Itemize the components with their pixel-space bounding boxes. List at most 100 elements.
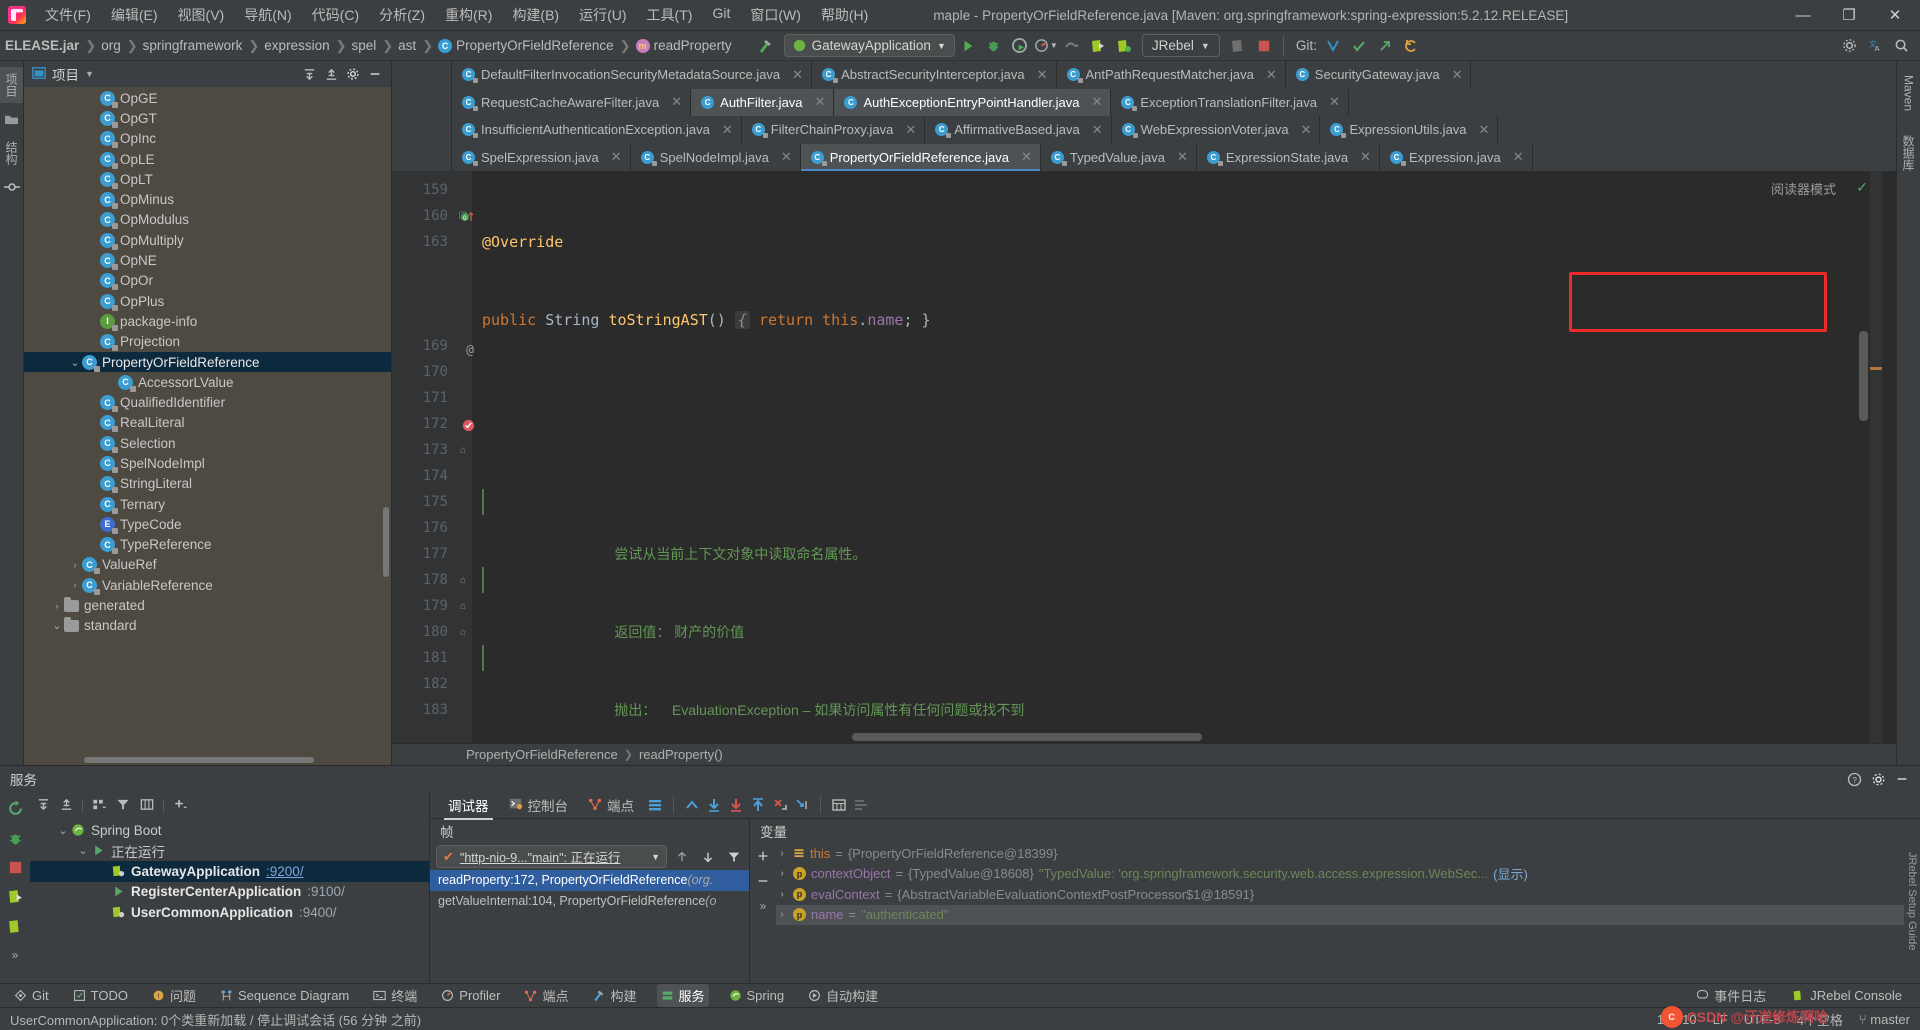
services-collapse-all-icon[interactable] xyxy=(59,797,74,815)
expand-all-icon[interactable] xyxy=(299,64,319,84)
run-with-coverage-button[interactable] xyxy=(1007,34,1033,58)
translate-icon[interactable]: 文A xyxy=(1862,34,1888,58)
window-controls[interactable]: — ❐ ✕ xyxy=(1780,0,1920,30)
tree-item[interactable]: C OpGT xyxy=(24,108,391,128)
close-tab-icon[interactable]: ✕ xyxy=(792,67,803,83)
fold-column[interactable]: ☐ ⌂ ⌂ ⌂ ⌂ xyxy=(454,171,472,743)
strip-item-jrebel-console[interactable]: JRebel Console xyxy=(1788,986,1906,1005)
tree-item[interactable]: ⌄ standard xyxy=(24,616,391,636)
chevron-right-icon[interactable]: › xyxy=(776,848,788,859)
jrebel-setup-guide-label[interactable]: JRebel Setup Guide xyxy=(1906,852,1918,950)
tree-item[interactable]: › C ValueRef xyxy=(24,555,391,575)
menu-code[interactable]: 代码(C) xyxy=(302,1,369,29)
jrebel-run-icon[interactable] xyxy=(1085,34,1111,58)
services-tree[interactable]: ⌄ Spring Boot ⌄ 正在运行 GatewayApplication:9200… xyxy=(30,820,429,983)
profile-button[interactable]: ▼ xyxy=(1033,34,1059,58)
more-actions-icon[interactable]: » xyxy=(12,948,19,962)
stripe-mark-warning[interactable] xyxy=(1870,367,1882,370)
tree-item[interactable]: C OpPlus xyxy=(24,291,391,311)
project-settings-gear-icon[interactable] xyxy=(343,64,363,84)
project-tree-hscrollbar[interactable] xyxy=(84,757,314,763)
tab-endpoints[interactable]: 端点 xyxy=(578,791,644,819)
crumb-ast[interactable]: ast xyxy=(395,36,420,55)
editor-tab[interactable]: C TypedValue.java ✕ xyxy=(1040,143,1197,171)
tree-item[interactable]: C OpOr xyxy=(24,271,391,291)
git-history-icon[interactable] xyxy=(1398,34,1424,58)
thread-selector[interactable]: ✔ "http-nio-9..."main": 正在运行 ▼ xyxy=(436,845,667,868)
breadcrumb-class[interactable]: PropertyOrFieldReference xyxy=(466,747,618,762)
service-tree-item[interactable]: UserCommonApplication:9400/ xyxy=(30,902,429,923)
tree-expand-arrow-icon[interactable]: › xyxy=(50,601,64,611)
close-tab-icon[interactable]: ✕ xyxy=(781,149,792,165)
editor-tab[interactable]: C ExpressionState.java ✕ xyxy=(1196,143,1380,171)
tree-expand-arrow-icon[interactable]: ⌄ xyxy=(68,356,82,369)
inspection-ok-icon[interactable]: ✓ xyxy=(1856,179,1868,196)
strip-item-git[interactable]: Git xyxy=(10,986,53,1005)
editor-tab[interactable]: C PropertyOrFieldReference.java ✕ xyxy=(800,143,1041,171)
commit-icon[interactable] xyxy=(3,178,21,196)
menu-refactor[interactable]: 重构(R) xyxy=(435,1,502,29)
variable-row[interactable]: › this = {PropertyOrFieldReference@18399} xyxy=(776,843,1904,864)
tree-item[interactable]: › generated xyxy=(24,595,391,615)
show-execution-point-icon[interactable] xyxy=(681,794,703,816)
crumb-spel[interactable]: spel xyxy=(349,36,381,55)
strip-item-spring[interactable]: Spring xyxy=(725,986,789,1005)
step-into-icon[interactable] xyxy=(725,794,747,816)
tree-item[interactable]: C OpInc xyxy=(24,129,391,149)
collapse-all-icon[interactable] xyxy=(321,64,341,84)
service-port-link[interactable]: :9100/ xyxy=(307,884,345,899)
chevron-right-icon[interactable]: › xyxy=(776,909,788,920)
sidebar-item-project[interactable]: 项目 xyxy=(0,67,23,103)
debugger-tabs[interactable]: 调试器 控制台 端点 xyxy=(430,791,1920,820)
sidebar-item-database[interactable]: 数据库 xyxy=(1897,129,1920,177)
strip-item-sequence-diagram[interactable]: Sequence Diagram xyxy=(216,986,353,1005)
jrebel-deploy-icon[interactable] xyxy=(1225,34,1251,58)
editor-tab[interactable]: C AntPathRequestMatcher.java ✕ xyxy=(1056,61,1286,89)
tab-debugger[interactable]: 调试器 xyxy=(438,791,499,820)
tree-expand-arrow-icon[interactable]: ⌄ xyxy=(50,619,64,632)
stack-frame-item[interactable]: readProperty:172, PropertyOrFieldReferen… xyxy=(430,870,749,891)
jrebel-selector[interactable]: JRebel ▼ xyxy=(1141,34,1220,57)
git-branch[interactable]: ⑂ master xyxy=(1859,1012,1910,1027)
stack-frame-item[interactable]: getValueInternal:104, PropertyOrFieldRef… xyxy=(430,891,749,912)
maximize-button[interactable]: ❐ xyxy=(1826,0,1872,30)
fold-marker-icon[interactable]: ⌂ xyxy=(454,437,472,463)
tree-item[interactable]: Ipackage-info xyxy=(24,311,391,331)
frames-list[interactable]: readProperty:172, PropertyOrFieldReferen… xyxy=(430,870,749,911)
editor-tab[interactable]: C InsufficientAuthenticationException.jav… xyxy=(452,116,742,144)
tree-expand-arrow-icon[interactable]: ⌄ xyxy=(76,844,90,857)
run-to-cursor-icon[interactable] xyxy=(791,794,813,816)
jrebel-debug-icon[interactable] xyxy=(1111,34,1137,58)
group-by-icon[interactable] xyxy=(91,797,107,815)
hide-panel-icon[interactable] xyxy=(365,64,385,84)
tree-item[interactable]: C TypeReference xyxy=(24,535,391,555)
crumb-springframework[interactable]: springframework xyxy=(140,36,247,55)
frames-filter-icon[interactable] xyxy=(723,846,745,868)
menu-tools[interactable]: 工具(T) xyxy=(637,1,703,29)
editor-tab[interactable]: C SpelNodeImpl.java ✕ xyxy=(630,143,801,171)
editor-breadcrumb[interactable]: PropertyOrFieldReference ❯ readProperty(… xyxy=(392,743,1896,765)
chevron-right-icon[interactable]: › xyxy=(776,889,788,900)
services-settings-gear-icon[interactable] xyxy=(1868,769,1888,789)
tree-item[interactable]: ⌄ C PropertyOrFieldReference xyxy=(24,351,391,373)
variable-row[interactable]: › p evalContext = {AbstractVariableEvaluatio… xyxy=(776,884,1904,905)
tree-item[interactable]: C AccessorLValue xyxy=(24,372,391,392)
hide-services-icon[interactable] xyxy=(1892,769,1912,789)
service-tree-item[interactable]: ⌄ 正在运行 xyxy=(30,841,429,862)
crumb-jar[interactable]: ELEASE.jar xyxy=(2,36,83,55)
menu-edit[interactable]: 编辑(E) xyxy=(101,1,168,29)
jrebel-run-service-icon[interactable] xyxy=(7,888,24,908)
run-configuration-selector[interactable]: GatewayApplication ▼ xyxy=(783,34,955,57)
editor-tab[interactable]: C FilterChainProxy.java ✕ xyxy=(741,116,926,144)
close-tab-icon[interactable]: ✕ xyxy=(1177,149,1188,165)
service-tree-item[interactable]: ⌄ Spring Boot xyxy=(30,820,429,841)
tree-expand-arrow-icon[interactable]: ⌄ xyxy=(56,824,70,837)
project-tree[interactable]: C OpGE C OpGT C OpInc C OpLE C OpLT C OpMinus C OpMod… xyxy=(24,87,391,765)
menu-git[interactable]: Git xyxy=(702,1,740,29)
crumb-expression[interactable]: expression xyxy=(261,36,333,55)
build-hammer-icon[interactable] xyxy=(752,34,778,58)
editor-tab[interactable]: C AffirmativeBased.java ✕ xyxy=(925,116,1112,144)
run-button[interactable] xyxy=(955,34,981,58)
sidebar-item-maven[interactable]: Maven xyxy=(1899,69,1919,117)
filter-icon[interactable] xyxy=(115,797,131,815)
